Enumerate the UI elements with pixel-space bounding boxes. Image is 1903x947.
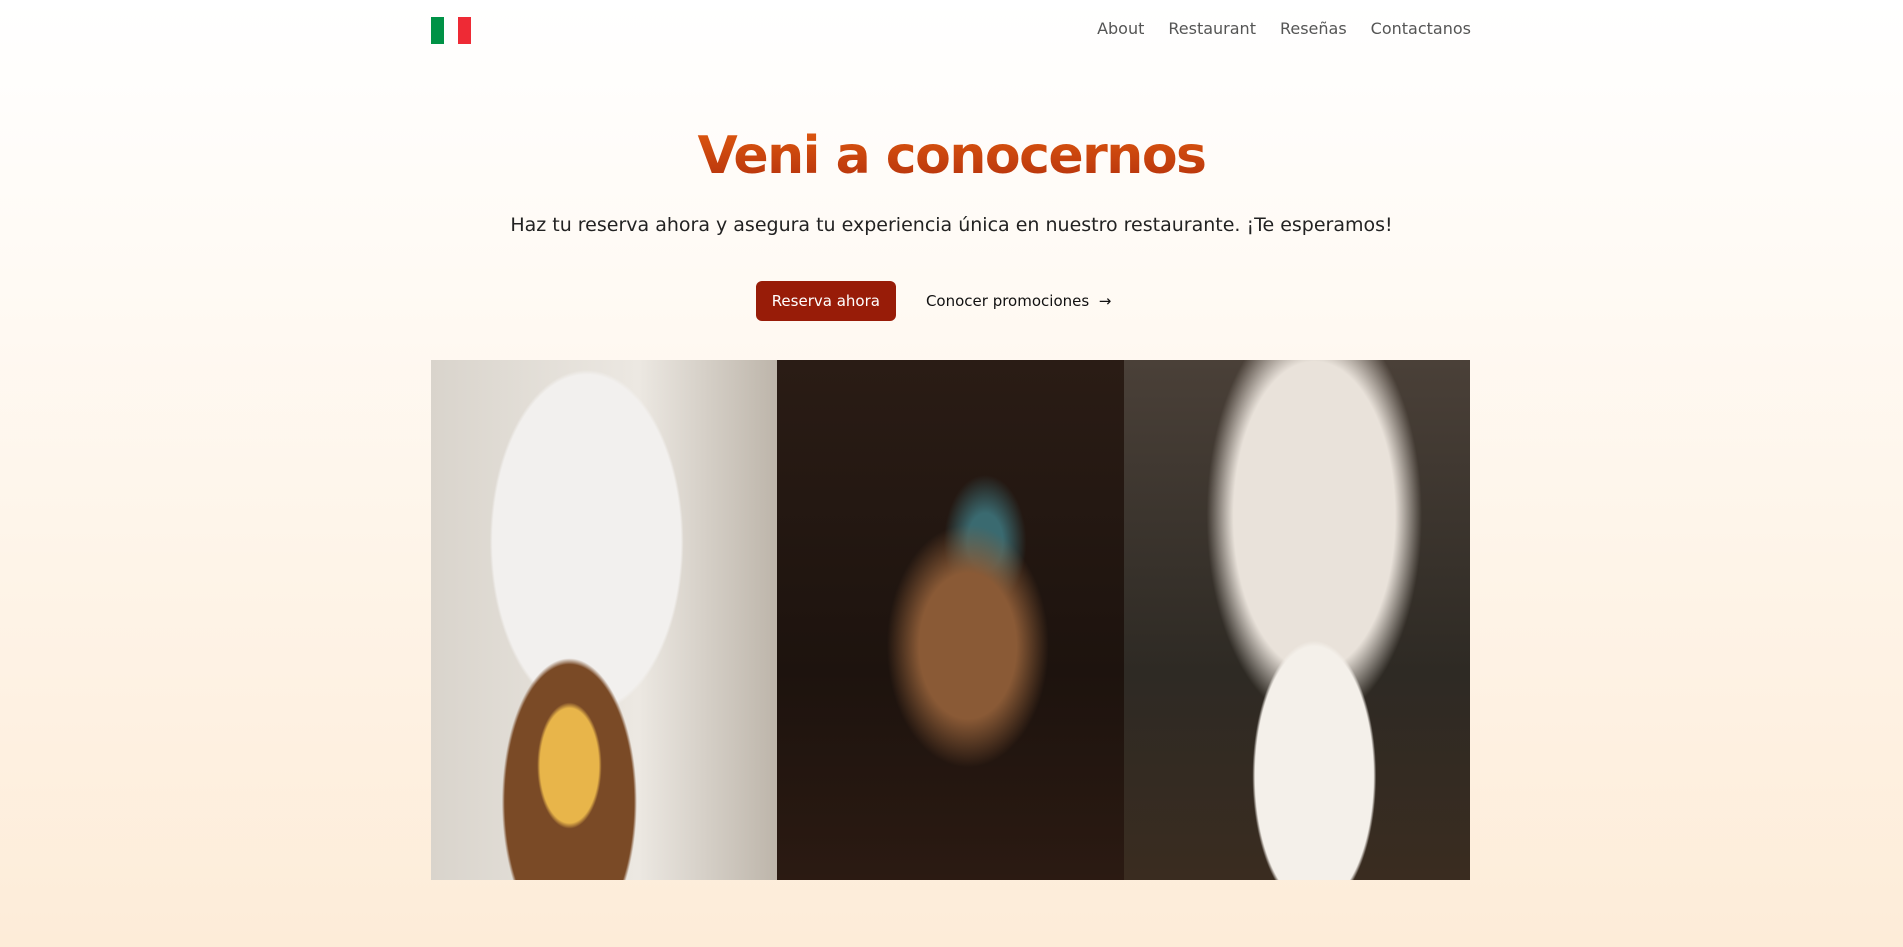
- reserve-button[interactable]: Reserva ahora: [755, 281, 896, 321]
- nav-about[interactable]: About: [1097, 19, 1144, 38]
- chef-cutting-pizza-photo: [431, 360, 778, 880]
- photo-gallery: [431, 360, 1470, 880]
- promotions-link[interactable]: Conocer promociones →: [920, 291, 1117, 311]
- hero-actions: Reserva ahora Conocer promociones →: [0, 281, 1903, 321]
- main-nav: About Restaurant Reseñas Contactanos: [1097, 19, 1471, 38]
- flag-green-stripe: [431, 17, 445, 44]
- hero-title: Veni a conocernos: [0, 126, 1903, 186]
- site-header: About Restaurant Reseñas Contactanos: [431, 0, 1471, 60]
- promotions-label: Conocer promociones: [925, 292, 1090, 310]
- nav-resenas[interactable]: Reseñas: [1280, 19, 1347, 38]
- hero-subtitle: Haz tu reserva ahora y asegura tu experi…: [510, 214, 1393, 236]
- arrow-right-icon: →: [1093, 292, 1112, 310]
- chef-plating-pasta-photo: [1123, 360, 1470, 880]
- nav-restaurant[interactable]: Restaurant: [1168, 19, 1256, 38]
- flag-white-stripe: [444, 17, 458, 44]
- restaurant-table-cocktails-photo: [777, 360, 1124, 880]
- nav-contactanos[interactable]: Contactanos: [1371, 19, 1471, 38]
- italy-flag-logo[interactable]: [431, 17, 471, 44]
- flag-red-stripe: [457, 17, 471, 44]
